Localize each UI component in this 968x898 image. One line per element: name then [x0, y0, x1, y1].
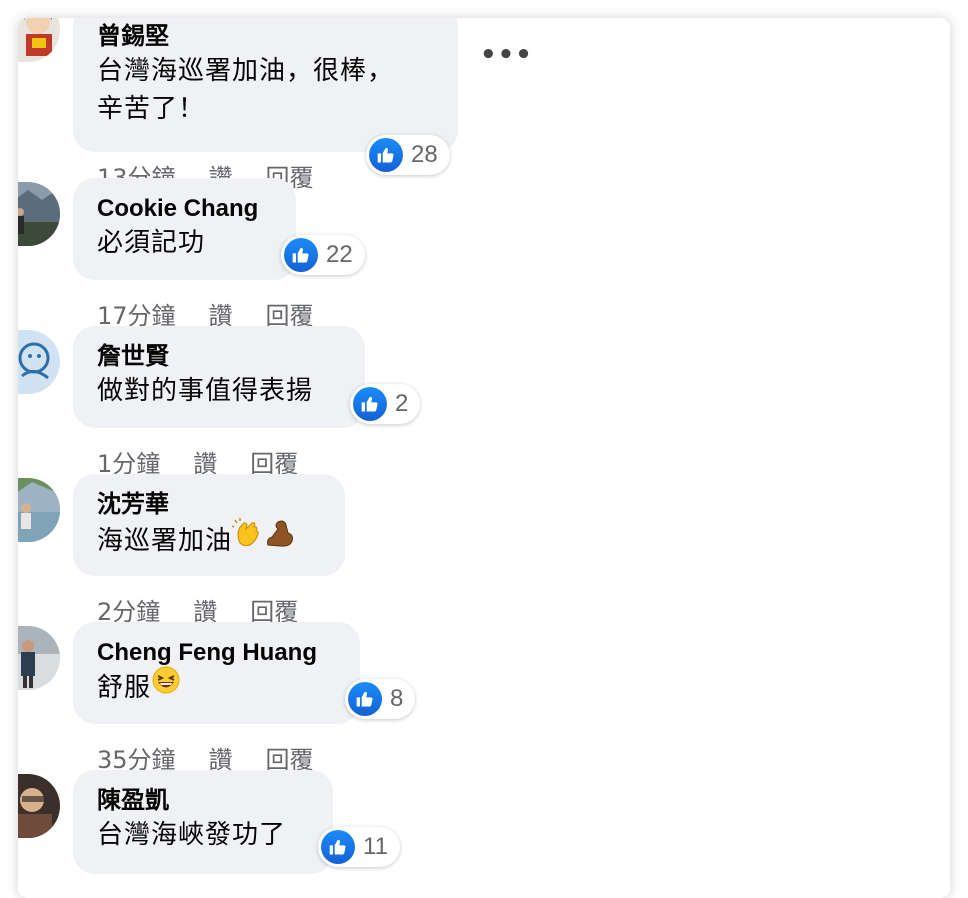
avatar[interactable] [18, 182, 60, 246]
like-count-badge[interactable]: 11 [318, 827, 400, 867]
comment-author[interactable]: Cheng Feng Huang [97, 638, 336, 668]
clapping-hands-emoji [231, 517, 264, 560]
thumbs-up-icon [321, 830, 355, 864]
comment-author[interactable]: 沈芳華 [97, 490, 321, 520]
avatar[interactable] [18, 18, 60, 62]
like-count-badge[interactable]: 2 [350, 384, 421, 424]
flexed-biceps-emoji [264, 517, 296, 560]
comment-bubble: Cheng Feng Huang 舒服 [73, 622, 360, 724]
comment-thread: 曾錫堅 台灣海巡署加油，很棒， 辛苦了！ ••• 28 13分鐘 讚 回覆 [18, 18, 950, 898]
comment-text: 舒服 [97, 665, 336, 709]
like-count: 28 [411, 141, 438, 168]
comment-bubble: 曾錫堅 台灣海巡署加油，很棒， 辛苦了！ [73, 18, 458, 152]
like-count: 22 [326, 241, 353, 268]
thumbs-up-icon [353, 387, 387, 421]
avatar[interactable] [18, 626, 60, 690]
comment-author[interactable]: Cookie Chang [97, 194, 272, 224]
avatar[interactable] [18, 478, 60, 542]
like-count: 8 [390, 685, 404, 712]
like-count: 11 [363, 833, 388, 860]
comment-text-line2: 辛苦了！ [97, 94, 206, 124]
like-count-badge[interactable]: 8 [345, 679, 416, 719]
more-options-icon[interactable]: ••• [480, 40, 533, 70]
like-count-badge[interactable]: 22 [281, 235, 365, 275]
thumbs-up-icon [369, 138, 403, 172]
like-count: 2 [395, 390, 409, 417]
comment-text: 台灣海峽發功了 [97, 820, 287, 850]
laughing-face-emoji [151, 665, 181, 706]
comment-text: 海巡署加油 [97, 517, 321, 563]
comment-text: 必須記功 [97, 228, 206, 258]
comment-author[interactable]: 詹世賢 [97, 342, 341, 372]
comment-text-content: 海巡署加油 [97, 526, 233, 556]
thumbs-up-icon [348, 682, 382, 716]
comment-bubble: Cookie Chang 必須記功 [73, 178, 296, 280]
thumbs-up-icon [284, 238, 318, 272]
comment-bubble: 沈芳華 海巡署加油 [73, 474, 345, 576]
comment-author[interactable]: 陳盈凱 [97, 786, 309, 816]
comment-author[interactable]: 曾錫堅 [97, 22, 434, 52]
comment-bubble: 陳盈凱 台灣海峽發功了 [73, 770, 333, 874]
comment-text-content: 舒服 [97, 673, 152, 703]
avatar[interactable] [18, 774, 60, 838]
comment-text: 做對的事值得表揚 [97, 376, 314, 406]
comment-text: 台灣海巡署加油，很棒， [97, 56, 395, 86]
avatar[interactable] [18, 330, 60, 394]
comment-bubble: 詹世賢 做對的事值得表揚 [73, 326, 365, 428]
like-count-badge[interactable]: 28 [366, 135, 450, 175]
